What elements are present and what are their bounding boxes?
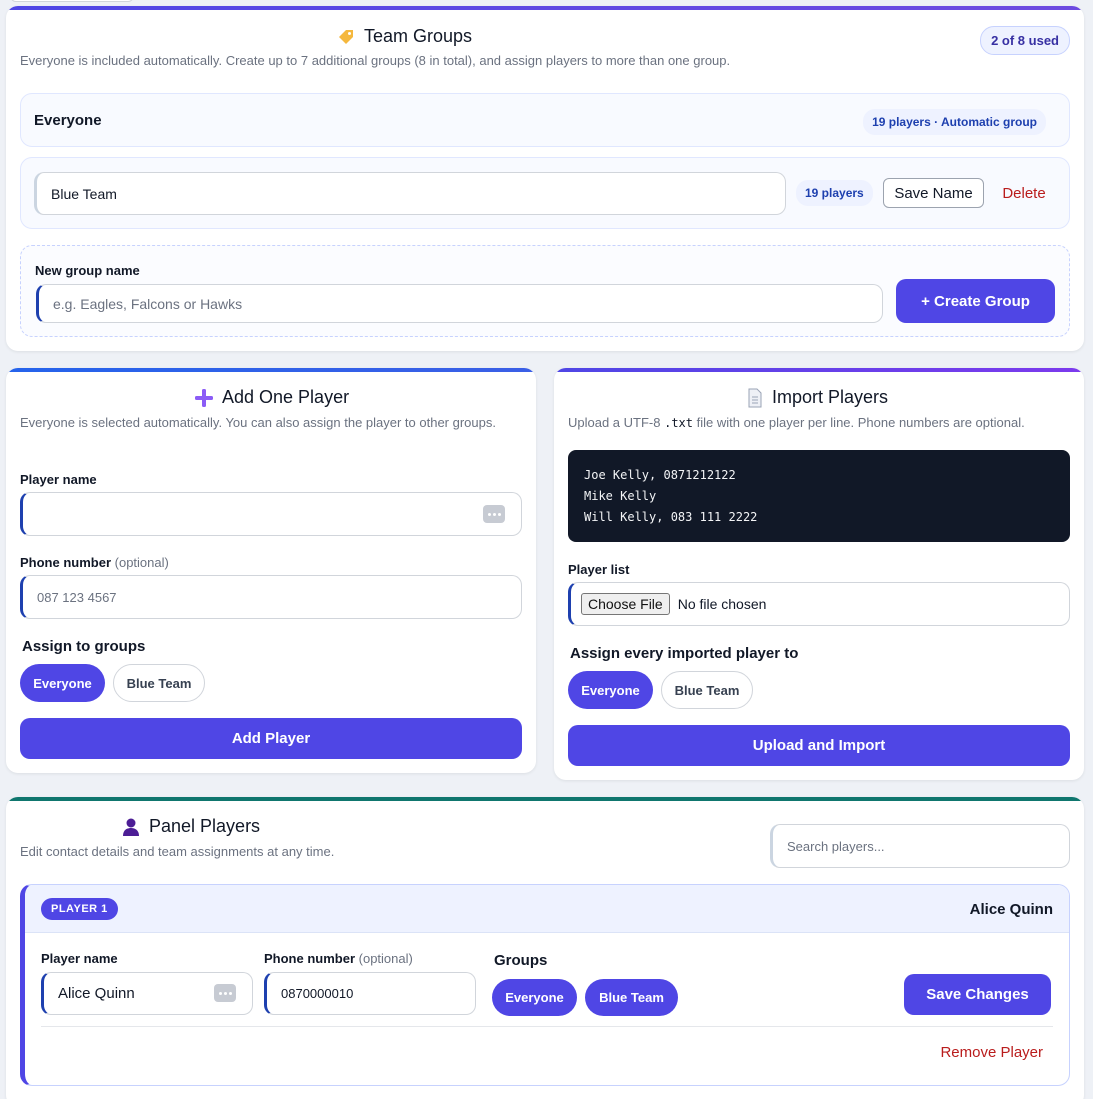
everyone-count-badge: 19 players · Automatic group xyxy=(863,109,1046,135)
player-group-pill-everyone[interactable]: Everyone xyxy=(492,979,577,1016)
import-example-code: Joe Kelly, 0871212122 Mike Kelly Will Ke… xyxy=(568,450,1070,542)
group-row-blue-team: Blue Team 19 players Save Name Delete xyxy=(20,157,1070,229)
upload-import-button[interactable]: Upload and Import xyxy=(568,725,1070,766)
panel-players-card: Panel Players Edit contact details and t… xyxy=(6,797,1084,1099)
player-card-divider xyxy=(41,1026,1053,1027)
no-file-text: No file chosen xyxy=(677,596,767,612)
panel-title: Panel Players xyxy=(149,816,261,836)
groups-used-badge: 2 of 8 used xyxy=(980,26,1070,55)
add-player-subtitle: Everyone is selected automatically. You … xyxy=(20,415,496,430)
player-card-phone-input[interactable]: 0870000010 xyxy=(264,972,476,1015)
delete-group-button[interactable]: Delete xyxy=(993,178,1055,208)
search-players-input[interactable]: Search players... xyxy=(770,824,1070,868)
player-card-header: PLAYER 1 Alice Quinn xyxy=(25,885,1069,933)
group-name-input[interactable]: Blue Team xyxy=(34,172,786,215)
import-title-row: Import Players xyxy=(746,387,888,408)
import-players-card: Import Players Upload a UTF-8 .txt file … xyxy=(554,368,1084,780)
assign-groups-label: Assign to groups xyxy=(22,638,146,655)
player-list-label: Player list xyxy=(568,562,630,577)
player-card-groups-label: Groups xyxy=(494,952,548,969)
player-card-name-label: Player name xyxy=(41,951,118,966)
add-player-card: Add One Player Everyone is selected auto… xyxy=(6,368,536,773)
password-manager-icon[interactable] xyxy=(483,505,505,523)
team-groups-title: Team Groups xyxy=(364,26,473,46)
person-icon xyxy=(121,817,141,837)
player-card-phone-label: Phone number (optional) xyxy=(264,951,413,966)
group-count-badge: 19 players xyxy=(796,180,873,206)
remove-player-button[interactable]: Remove Player xyxy=(940,1044,1043,1061)
new-group-form: New group name e.g. Eagles, Falcons or H… xyxy=(20,245,1070,337)
team-groups-card: Team Groups Everyone is included automat… xyxy=(6,6,1084,351)
plus-icon xyxy=(194,388,214,408)
import-title: Import Players xyxy=(772,387,889,407)
add-player-title: Add One Player xyxy=(222,387,350,407)
password-manager-icon[interactable] xyxy=(214,984,236,1002)
choose-file-button[interactable]: Choose File xyxy=(581,593,670,615)
assign-imported-label: Assign every imported player to xyxy=(570,645,799,662)
document-icon xyxy=(746,388,764,408)
panel-title-row: Panel Players xyxy=(121,816,260,837)
tag-icon xyxy=(336,27,356,47)
new-group-label: New group name xyxy=(35,263,140,278)
panel-subtitle: Edit contact details and team assignment… xyxy=(20,844,335,859)
save-name-button[interactable]: Save Name xyxy=(883,178,984,208)
player-name-label: Player name xyxy=(20,472,97,487)
group-pill-blue-team[interactable]: Blue Team xyxy=(113,664,205,702)
create-group-button[interactable]: + Create Group xyxy=(896,279,1055,323)
search-placeholder: Search players... xyxy=(787,838,885,854)
everyone-group-name: Everyone xyxy=(34,112,102,129)
everyone-group-row: Everyone 19 players · Automatic group xyxy=(20,93,1070,147)
player-number-badge: PLAYER 1 xyxy=(41,898,118,920)
import-pill-blue-team[interactable]: Blue Team xyxy=(661,671,753,709)
player-header-name: Alice Quinn xyxy=(969,901,1053,918)
team-groups-title-row: Team Groups xyxy=(336,26,472,47)
import-pill-everyone[interactable]: Everyone xyxy=(568,671,653,709)
add-player-title-row: Add One Player xyxy=(194,387,349,408)
player-card-1: PLAYER 1 Alice Quinn Player name Alice Q… xyxy=(20,884,1070,1086)
team-groups-subtitle: Everyone is included automatically. Crea… xyxy=(20,53,731,68)
top-stub xyxy=(10,0,134,2)
phone-placeholder: 087 123 4567 xyxy=(37,589,117,605)
player-list-file-input[interactable]: Choose File No file chosen xyxy=(568,582,1070,626)
phone-input[interactable]: 087 123 4567 xyxy=(20,575,522,619)
add-player-button[interactable]: Add Player xyxy=(20,718,522,759)
player-group-pill-blue-team[interactable]: Blue Team xyxy=(585,979,678,1016)
group-pill-everyone[interactable]: Everyone xyxy=(20,664,105,702)
import-subtitle: Upload a UTF-8 .txt file with one player… xyxy=(568,415,1025,430)
player-name-input[interactable] xyxy=(20,492,522,536)
save-changes-button[interactable]: Save Changes xyxy=(904,974,1051,1015)
new-group-input[interactable]: e.g. Eagles, Falcons or Hawks xyxy=(36,284,883,323)
new-group-placeholder: e.g. Eagles, Falcons or Hawks xyxy=(53,295,243,312)
phone-label: Phone number (optional) xyxy=(20,555,169,570)
